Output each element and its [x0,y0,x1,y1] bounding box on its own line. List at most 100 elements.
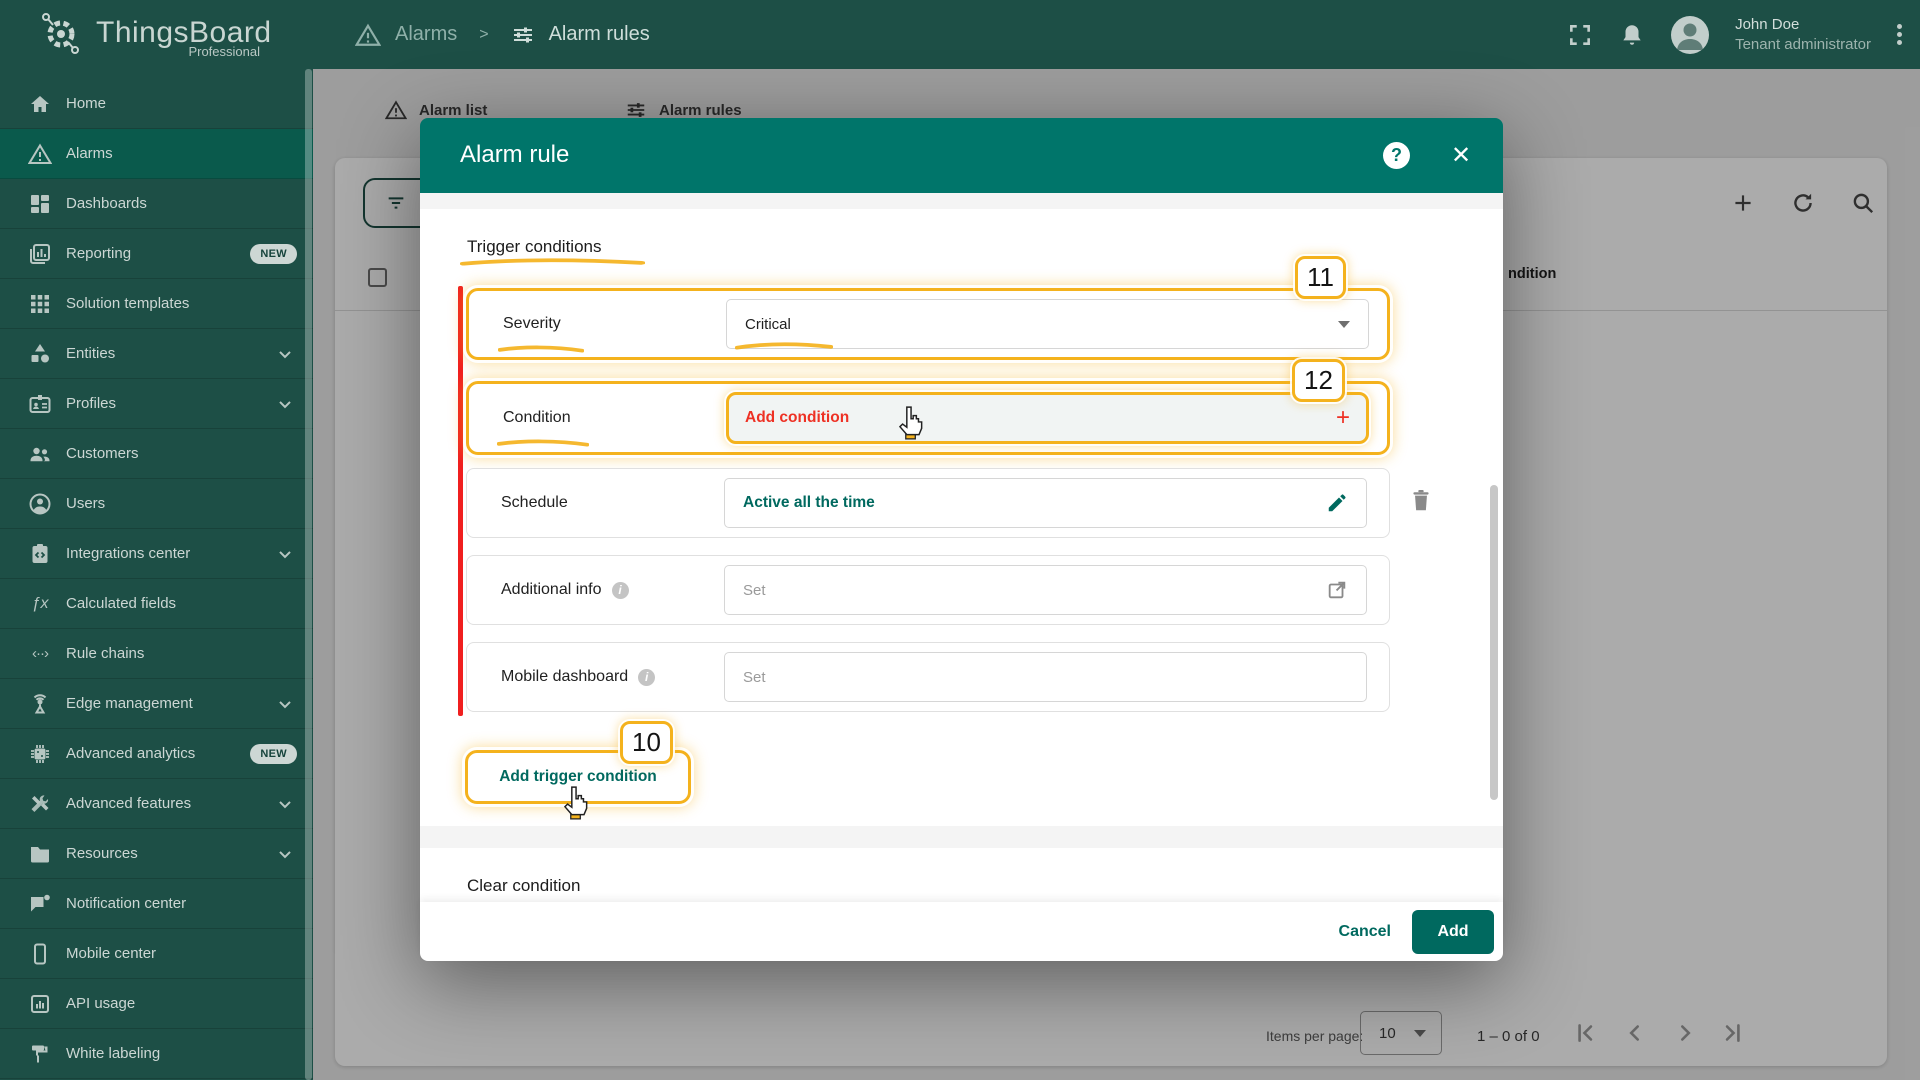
hand-cursor-icon [563,786,588,820]
chevron-down-icon [275,794,295,814]
sidebar-item-home[interactable]: Home [0,79,313,129]
dialog-scrollbar[interactable] [1490,485,1498,800]
sidebar-item-customers[interactable]: Customers [0,429,313,479]
trigger-conditions-heading: Trigger conditions [467,237,602,256]
annotation-underline [460,258,645,266]
chevron-down-icon [275,694,295,714]
user-name: John Doe [1735,15,1800,33]
sidebar-scrollbar[interactable] [305,69,312,1080]
plus-icon [1336,404,1350,432]
sidebar-item-advanced-features[interactable]: Advanced features [0,779,313,829]
entities-icon [28,342,52,366]
customers-icon [28,442,52,466]
sidebar-item-dashboards[interactable]: Dashboards [0,179,313,229]
chevron-down-icon [275,544,295,564]
sidebar-nav: Home Alarms Dashboards Reporting NEW Sol… [0,69,313,1080]
breadcrumb-alarm-rules: Alarm rules [548,23,650,45]
user-avatar[interactable] [1671,15,1710,54]
new-badge: NEW [250,243,297,264]
mobile-center-icon [28,942,52,966]
step-badge-11: 11 [1295,256,1346,299]
schedule-field[interactable]: Active all the time [724,478,1367,528]
brand-edition: Professional [188,44,260,59]
chevron-down-icon [275,344,295,364]
sidebar-item-integrations-center[interactable]: Integrations center [0,529,313,579]
mobile-dashboard-label: Mobile dashboard [501,668,629,685]
calculated-fields-icon [28,592,52,616]
severity-label: Severity [503,315,561,332]
sidebar-item-advanced-analytics[interactable]: Advanced analytics NEW [0,729,313,779]
notification-center-icon [28,892,52,916]
delete-trigger-icon[interactable] [1408,487,1434,515]
sidebar-item-entities[interactable]: Entities [0,329,313,379]
users-icon [28,492,52,516]
sidebar-item-alarms[interactable]: Alarms [0,129,313,179]
clear-condition-section: Clear condition [420,848,1503,902]
breadcrumb: Alarms > Alarm rules [355,0,650,69]
profiles-icon [28,392,52,416]
home-icon [28,92,52,116]
advanced-features-icon [28,792,52,816]
sidebar-item-resources[interactable]: Resources [0,829,313,879]
sidebar-item-mobile-center[interactable]: Mobile center [0,929,313,979]
more-menu-icon[interactable] [1897,21,1902,48]
alarm-rule-dialog: Alarm rule Trigger conditions Severity C… [420,118,1503,961]
integrations-center-icon [28,542,52,566]
new-badge: NEW [250,743,297,764]
reporting-icon [28,242,52,266]
severity-row: Severity Critical [466,288,1390,360]
cancel-button[interactable]: Cancel [1339,902,1391,961]
condition-label: Condition [503,409,571,426]
help-icon[interactable] [1383,142,1410,169]
annotation-underline [497,439,589,447]
edit-pencil-icon[interactable] [1326,492,1348,514]
info-icon [638,668,656,686]
sidebar-item-notification-center[interactable]: Notification center [0,879,313,929]
white-labeling-paint-icon [28,1042,52,1066]
edge-management-icon [28,692,52,716]
validation-red-bar [458,286,463,716]
sidebar-item-edge-management[interactable]: Edge management [0,679,313,729]
info-icon [611,581,629,599]
sidebar-item-api-usage[interactable]: API usage [0,979,313,1029]
resources-folder-icon [28,842,52,866]
add-condition-button[interactable]: Add condition [726,392,1369,444]
solution-templates-icon [28,292,52,316]
dialog-title: Alarm rule [460,141,570,168]
user-role: Tenant administrator [1735,35,1871,53]
breadcrumb-alarms[interactable]: Alarms [395,23,457,46]
user-info[interactable]: John Doe Tenant administrator [1735,15,1871,55]
add-button[interactable]: Add [1412,910,1494,954]
mobile-dashboard-field[interactable]: Set [724,652,1367,702]
sidebar-item-users[interactable]: Users [0,479,313,529]
additional-info-row: Additional info Set [466,555,1390,625]
sidebar-item-white-labeling[interactable]: White labeling [0,1029,313,1079]
chevron-down-icon [275,844,295,864]
close-icon[interactable] [1446,140,1476,170]
annotation-underline [735,342,833,350]
api-usage-icon [28,992,52,1016]
warning-triangle-icon [355,22,381,48]
sidebar-item-calculated-fields[interactable]: Calculated fields [0,579,313,629]
schedule-row: Schedule Active all the time [466,468,1390,538]
step-badge-12: 12 [1292,359,1345,402]
advanced-analytics-icon [28,742,52,766]
sidebar-item-reporting[interactable]: Reporting NEW [0,229,313,279]
additional-info-field[interactable]: Set [724,565,1367,615]
fullscreen-icon[interactable] [1567,22,1593,48]
hand-cursor-icon [898,406,923,440]
open-editor-icon[interactable] [1326,579,1348,601]
condition-row: Condition Add condition [466,381,1390,455]
sidebar-item-rule-chains[interactable]: Rule chains [0,629,313,679]
rule-chains-icon [28,642,52,666]
step-badge-10: 10 [620,721,673,764]
mobile-dashboard-row: Mobile dashboard Set [466,642,1390,712]
application-window: ThingsBoard Professional Alarms > Alarm … [0,0,1920,1080]
schedule-label: Schedule [501,494,568,511]
sidebar-item-solution-templates[interactable]: Solution templates [0,279,313,329]
sidebar-item-profiles[interactable]: Profiles [0,379,313,429]
dialog-footer: Cancel Add [420,902,1503,961]
notifications-bell-icon[interactable] [1619,22,1645,48]
app-header: ThingsBoard Professional Alarms > Alarm … [0,0,1920,69]
dashboards-icon [28,192,52,216]
